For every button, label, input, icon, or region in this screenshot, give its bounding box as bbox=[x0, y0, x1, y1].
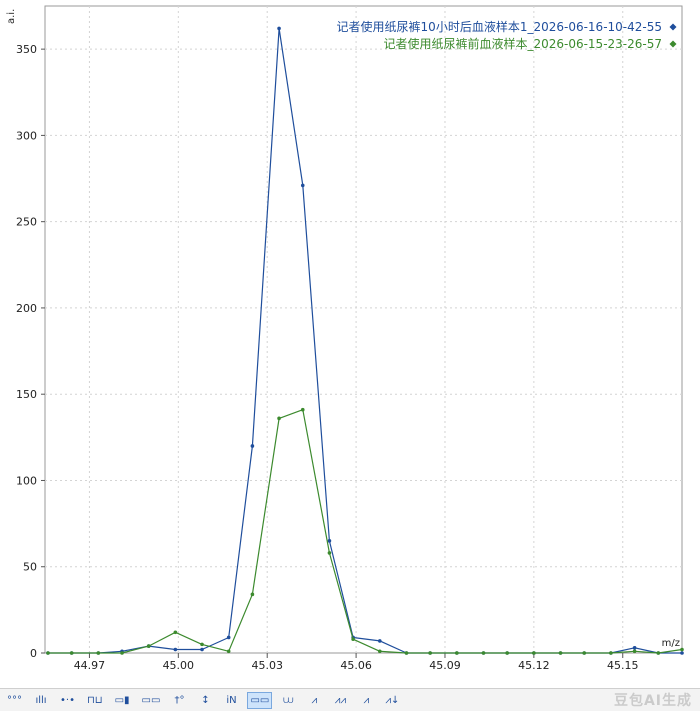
spectrum-chart: 0 50 100 150 200 250 300 350 44.97 45.00 45.03 45.0… bbox=[0, 0, 700, 688]
y-tick-label: 150 bbox=[16, 388, 37, 401]
series-1-point bbox=[250, 444, 255, 448]
series-2-point bbox=[455, 651, 459, 655]
series-2-point bbox=[226, 649, 231, 654]
plot-area bbox=[44, 5, 683, 654]
chart-toolbar: °°° ıllı •·• ⊓⊔ ▭▮ ▭▭ †° ↕ ı̇N ▭▭ ⩊ ⩘ ⩘⩘ ⩘ ⩘↓ bbox=[0, 688, 700, 711]
series-2-point bbox=[558, 651, 563, 655]
series-1-point bbox=[680, 651, 684, 655]
series-2-point bbox=[532, 651, 536, 655]
series-2-point bbox=[582, 651, 587, 655]
series-2-point bbox=[96, 651, 101, 655]
tb-scatter-button[interactable]: •·• bbox=[57, 692, 78, 709]
series-2-point bbox=[351, 637, 355, 641]
tb-peak-find-button[interactable]: ⩘⩘ bbox=[330, 692, 350, 709]
series-2-point bbox=[250, 592, 255, 597]
y-tick-label: 300 bbox=[16, 129, 37, 142]
series-2-point bbox=[146, 644, 151, 648]
watermark: 豆包AI生成 bbox=[613, 693, 692, 709]
series-2-point bbox=[327, 551, 332, 555]
series-2-point bbox=[69, 651, 74, 655]
tb-export-button[interactable]: ⩘↓ bbox=[382, 692, 402, 709]
series-1-point bbox=[377, 639, 382, 643]
series-1-point bbox=[226, 635, 231, 640]
series-2-point bbox=[46, 651, 50, 655]
y-tick-label: 100 bbox=[16, 474, 37, 487]
series-1-point bbox=[277, 26, 281, 31]
x-tick-label: 44.97 bbox=[74, 659, 106, 672]
series-2-point bbox=[680, 647, 684, 652]
x-tick-label: 45.15 bbox=[607, 659, 639, 672]
series-2-point bbox=[505, 651, 509, 655]
chart-canvas: 0 50 100 150 200 250 300 350 44.97 45.00 45.03 45.0… bbox=[6, 5, 684, 672]
series-2-point bbox=[404, 651, 409, 655]
series-2-point bbox=[428, 651, 432, 655]
series-2-point bbox=[609, 651, 613, 655]
series-2-point bbox=[377, 649, 382, 654]
series-1-point bbox=[173, 647, 178, 652]
series-2-point bbox=[656, 651, 661, 655]
y-tick-label: 200 bbox=[16, 302, 37, 315]
tb-peak-button[interactable]: ⊓⊔ bbox=[84, 692, 106, 709]
y-axis-label: a.i. bbox=[6, 9, 17, 24]
x-tick-label: 45.09 bbox=[429, 659, 461, 672]
y-tick-label: 250 bbox=[16, 216, 37, 229]
series-2-point bbox=[173, 630, 178, 635]
series-1-point bbox=[327, 539, 332, 543]
y-tick-label: 50 bbox=[23, 561, 37, 574]
tb-step-button[interactable]: ı̇N bbox=[221, 692, 241, 709]
series-2-point bbox=[277, 416, 281, 421]
series-2-point bbox=[481, 651, 486, 655]
tb-zoom-button[interactable]: ▭▭ bbox=[247, 691, 273, 709]
x-axis-label: m/z bbox=[662, 638, 680, 649]
series-1-point bbox=[300, 183, 305, 188]
tb-peak-label-button[interactable]: ⩘ bbox=[304, 692, 324, 709]
tb-annotate-button[interactable]: ⩘ bbox=[356, 692, 376, 709]
tb-segments-button[interactable]: ▭▭ bbox=[139, 692, 164, 709]
series-1-point bbox=[200, 647, 204, 652]
series-2-point bbox=[120, 651, 124, 655]
tb-points-button[interactable]: °°° bbox=[4, 692, 25, 709]
legend-entry-1: 记者使用纸尿裤10小时后血液样本1_2026-06-16-10-42-55 bbox=[337, 19, 662, 34]
legend-entry-2: 记者使用纸尿裤前血液样本_2026-06-15-23-26-57 bbox=[383, 36, 662, 51]
x-tick-label: 45.00 bbox=[163, 659, 195, 672]
y-tick-label: 350 bbox=[16, 43, 37, 56]
series-1-point bbox=[632, 646, 637, 650]
series-2-point bbox=[300, 407, 305, 412]
x-tick-label: 45.12 bbox=[518, 659, 550, 672]
series-2-point bbox=[632, 649, 637, 654]
series-2-point bbox=[200, 642, 204, 647]
y-tick-label: 0 bbox=[30, 647, 37, 660]
tb-vscale-button[interactable]: ↕ bbox=[195, 692, 215, 709]
tb-bars-button[interactable]: ıllı bbox=[31, 692, 51, 709]
tb-range-button[interactable]: ▭▮ bbox=[112, 692, 133, 709]
tb-cursor-button[interactable]: †° bbox=[169, 692, 189, 709]
x-tick-label: 45.06 bbox=[340, 659, 372, 672]
tb-baseline-button[interactable]: ⩊ bbox=[278, 692, 298, 709]
x-tick-label: 45.03 bbox=[251, 659, 283, 672]
